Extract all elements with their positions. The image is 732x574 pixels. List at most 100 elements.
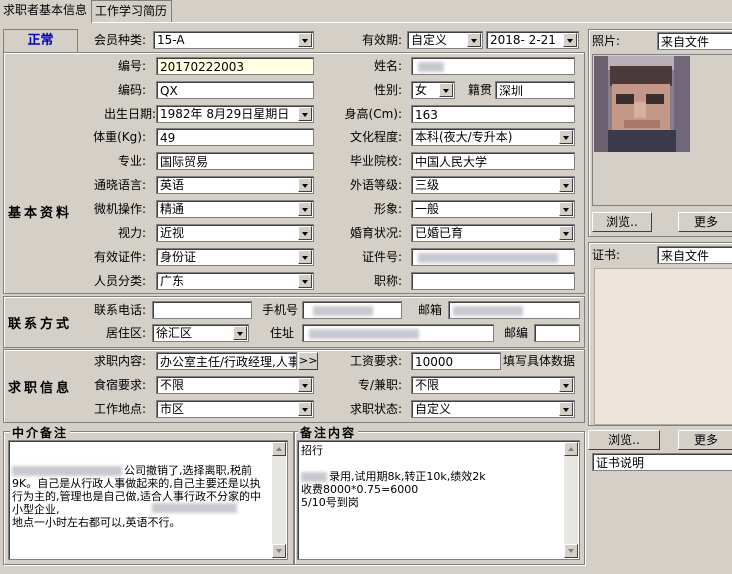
chevron-down-icon[interactable] <box>298 378 312 392</box>
scroll-down-icon[interactable] <box>564 544 578 558</box>
remarks-line: 5/10号到岗 <box>301 496 359 509</box>
height-label: 身高(Cm): <box>344 107 402 121</box>
name-label: 姓名: <box>373 59 402 73</box>
computer-select[interactable]: 精通 <box>156 200 314 218</box>
address-label: 住址 <box>269 326 294 340</box>
number-field[interactable]: 20170222003 <box>156 57 314 75</box>
photo-browse-button[interactable]: 浏览.. <box>592 212 652 232</box>
lang-level-label: 外语等级: <box>349 178 402 192</box>
chevron-down-icon[interactable] <box>559 130 573 144</box>
redacted-company <box>12 466 122 476</box>
chevron-down-icon[interactable] <box>298 33 312 47</box>
code-label: 编码: <box>117 83 146 97</box>
phone-label: 联系电话: <box>93 303 146 317</box>
district-select[interactable]: 徐汇区 <box>152 324 249 342</box>
district-label: 居住区: <box>105 326 146 340</box>
chevron-down-icon[interactable] <box>298 226 312 240</box>
major-field[interactable]: 国际贸易 <box>156 152 314 170</box>
mobile-field[interactable] <box>302 301 402 319</box>
tab-basic-info[interactable]: 求职者基本信息 <box>0 0 93 23</box>
certificate-note-field[interactable]: 证书说明 <box>592 453 732 471</box>
salary-field[interactable]: 10000 <box>411 352 501 370</box>
agency-notes-title: 中介备注 <box>10 424 71 441</box>
lang-level-select[interactable]: 三级 <box>411 176 575 194</box>
job-content-more-button[interactable]: >> <box>298 352 318 370</box>
remarks-memo[interactable]: 招行 录用,试用期8k,转正10k,绩效2k 收费8000*0.75=6000 … <box>297 440 580 560</box>
chevron-down-icon[interactable] <box>298 202 312 216</box>
status-label: 正常 <box>27 33 54 48</box>
agency-notes-text-2: 地点一小时左右都可以,英语不行。 <box>12 516 181 529</box>
job-content-field[interactable]: 办公室主任/行政经理,人事 <box>156 352 297 370</box>
board-select[interactable]: 不限 <box>156 376 314 394</box>
agency-notes-scrollbar[interactable] <box>272 442 286 558</box>
chevron-down-icon[interactable] <box>467 33 481 47</box>
validity-select[interactable]: 自定义 <box>407 31 483 49</box>
chevron-down-icon[interactable] <box>298 107 312 121</box>
fulltime-select[interactable]: 不限 <box>411 376 575 394</box>
remarks-line: 录用,试用期8k,转正10k,绩效2k <box>329 470 486 483</box>
id-type-select[interactable]: 身份证 <box>156 248 314 266</box>
photo-more-button[interactable]: 更多 <box>678 212 732 232</box>
chevron-down-icon[interactable] <box>559 226 573 240</box>
certificate-source-field[interactable]: 来自文件 <box>657 246 732 264</box>
job-status-select[interactable]: 自定义 <box>411 400 575 418</box>
chevron-down-icon[interactable] <box>233 326 247 340</box>
chevron-down-icon[interactable] <box>298 178 312 192</box>
education-select[interactable]: 本科(夜大/专升本) <box>411 128 575 146</box>
address-field[interactable] <box>302 324 494 342</box>
chevron-down-icon[interactable] <box>559 402 573 416</box>
category-select[interactable]: 广东 <box>156 272 314 290</box>
gender-select[interactable]: 女 <box>411 81 455 99</box>
chevron-down-icon[interactable] <box>298 402 312 416</box>
chevron-down-icon[interactable] <box>559 178 573 192</box>
certificate-image <box>594 268 732 425</box>
photo-source-field[interactable]: 来自文件 <box>657 32 732 50</box>
title-field[interactable] <box>411 272 575 290</box>
appearance-select[interactable]: 一般 <box>411 200 575 218</box>
certificate-label: 证书: <box>592 248 621 262</box>
id-type-label: 有效证件: <box>93 250 146 264</box>
chevron-down-icon[interactable] <box>559 378 573 392</box>
chevron-down-icon[interactable] <box>298 250 312 264</box>
postcode-field[interactable] <box>534 324 580 342</box>
scroll-up-icon[interactable] <box>564 442 578 456</box>
name-field[interactable] <box>411 57 575 75</box>
gender-label: 性别: <box>373 83 402 97</box>
email-field[interactable] <box>448 301 580 319</box>
chevron-down-icon[interactable] <box>439 83 453 97</box>
marital-label: 婚育状况: <box>349 226 402 240</box>
phone-field[interactable] <box>152 301 252 319</box>
section-jobinfo-label: 求职信息 <box>7 381 72 396</box>
certificate-browse-button[interactable]: 浏览.. <box>588 430 660 450</box>
chevron-down-icon[interactable] <box>298 274 312 288</box>
agency-notes-memo[interactable]: 公司撤销了,选择离职,税前9K。自己是从行政人事做起来的,自己主要还是以执行为主… <box>8 440 288 560</box>
tab-work-history[interactable]: 工作学习简历 <box>90 0 173 22</box>
school-field[interactable]: 中国人民大学 <box>411 152 575 170</box>
member-type-select[interactable]: 15-A <box>153 31 314 49</box>
vision-select[interactable]: 近视 <box>156 224 314 242</box>
location-select[interactable]: 市区 <box>156 400 314 418</box>
native-field[interactable]: 深圳 <box>495 81 575 99</box>
id-number-field[interactable] <box>411 248 575 266</box>
remarks-scrollbar[interactable] <box>564 442 578 558</box>
weight-field[interactable]: 49 <box>156 128 314 146</box>
education-label: 文化程度: <box>349 130 402 144</box>
job-status-label: 求职状态: <box>349 402 402 416</box>
vision-label: 视力: <box>117 226 146 240</box>
email-label: 邮箱 <box>417 303 442 317</box>
tab-bar: 求职者基本信息 工作学习简历 <box>0 0 732 23</box>
validity-date-picker[interactable]: 2018- 2-21 <box>486 31 579 49</box>
marital-select[interactable]: 已婚已育 <box>411 224 575 242</box>
scroll-down-icon[interactable] <box>272 544 286 558</box>
appearance-label: 形象: <box>373 202 402 216</box>
chevron-down-icon[interactable] <box>559 202 573 216</box>
chevron-down-icon[interactable] <box>563 33 577 47</box>
certificate-more-button[interactable]: 更多 <box>678 430 732 450</box>
code-field[interactable]: QX <box>156 81 314 99</box>
status-cell: 正常 <box>3 29 78 53</box>
birth-date-picker[interactable]: 1982年 8月29日星期日 <box>156 105 314 123</box>
scroll-up-icon[interactable] <box>272 442 286 456</box>
height-field[interactable]: 163 <box>411 105 575 123</box>
board-label: 食宿要求: <box>93 378 146 392</box>
language-select[interactable]: 英语 <box>156 176 314 194</box>
